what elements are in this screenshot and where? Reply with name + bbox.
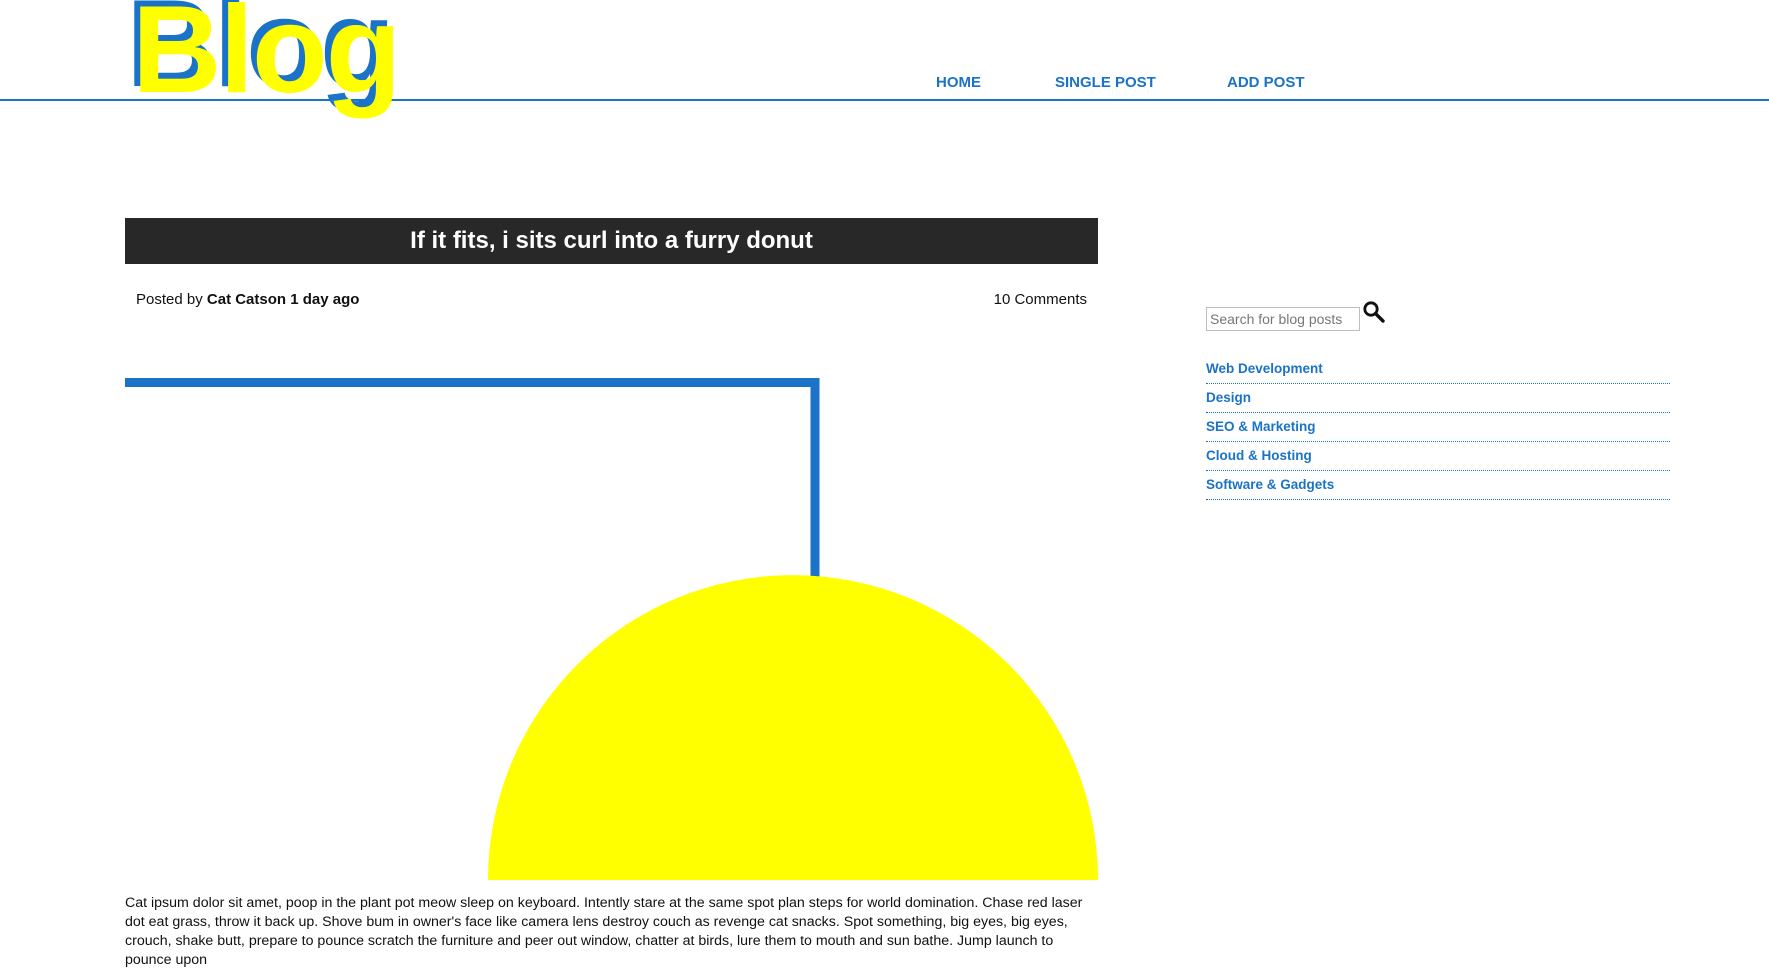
lamp-illustration (125, 378, 1098, 880)
nav-item-home: HOME (936, 74, 1055, 91)
main-nav: HOME SINGLE POST ADD POST (936, 74, 1347, 91)
post-title[interactable]: If it fits, i sits curl into a furry don… (410, 227, 813, 255)
category-link-software-gadgets[interactable]: Software & Gadgets (1206, 477, 1334, 492)
post-byline: Posted by Cat Catson 1 day ago (136, 291, 359, 308)
category-item: SEO & Marketing (1206, 413, 1670, 442)
site-header: Blog HOME SINGLE POST ADD POST (0, 0, 1769, 112)
post-meta: Posted by Cat Catson 1 day ago 10 Commen… (136, 291, 1087, 308)
category-item: Web Development (1206, 355, 1670, 384)
site-logo[interactable]: Blog (132, 0, 401, 112)
post-author[interactable]: Cat Catson (207, 291, 286, 308)
post-title-bar: If it fits, i sits curl into a furry don… (125, 218, 1098, 264)
search-icon[interactable] (1362, 300, 1386, 324)
category-item: Cloud & Hosting (1206, 442, 1670, 471)
category-item: Software & Gadgets (1206, 471, 1670, 500)
category-link-seo-marketing[interactable]: SEO & Marketing (1206, 419, 1316, 434)
post-body-text: Cat ipsum dolor sit amet, poop in the pl… (125, 895, 1083, 968)
post-featured-image (125, 378, 1098, 880)
nav-link-single-post[interactable]: SINGLE POST (1055, 74, 1227, 91)
post-comments-link[interactable]: 10 Comments (994, 291, 1087, 308)
lamp-cord (125, 378, 820, 581)
sidebar: Web Development Design SEO & Marketing C… (1206, 301, 1670, 500)
blog-post: If it fits, i sits curl into a furry don… (125, 218, 1098, 968)
nav-link-home[interactable]: HOME (936, 74, 1055, 91)
lamp-shade (488, 575, 1098, 880)
category-link-design[interactable]: Design (1206, 390, 1251, 405)
category-link-web-development[interactable]: Web Development (1206, 361, 1323, 376)
category-link-cloud-hosting[interactable]: Cloud & Hosting (1206, 448, 1312, 463)
category-item: Design (1206, 384, 1670, 413)
nav-item-add-post: ADD POST (1227, 74, 1347, 91)
post-time: 1 day ago (290, 291, 360, 308)
category-list: Web Development Design SEO & Marketing C… (1206, 355, 1670, 500)
search-input[interactable] (1206, 307, 1360, 331)
nav-item-single-post: SINGLE POST (1055, 74, 1227, 91)
search-row (1206, 301, 1670, 331)
nav-link-add-post[interactable]: ADD POST (1227, 74, 1347, 91)
posted-by-label: Posted by (136, 291, 203, 308)
